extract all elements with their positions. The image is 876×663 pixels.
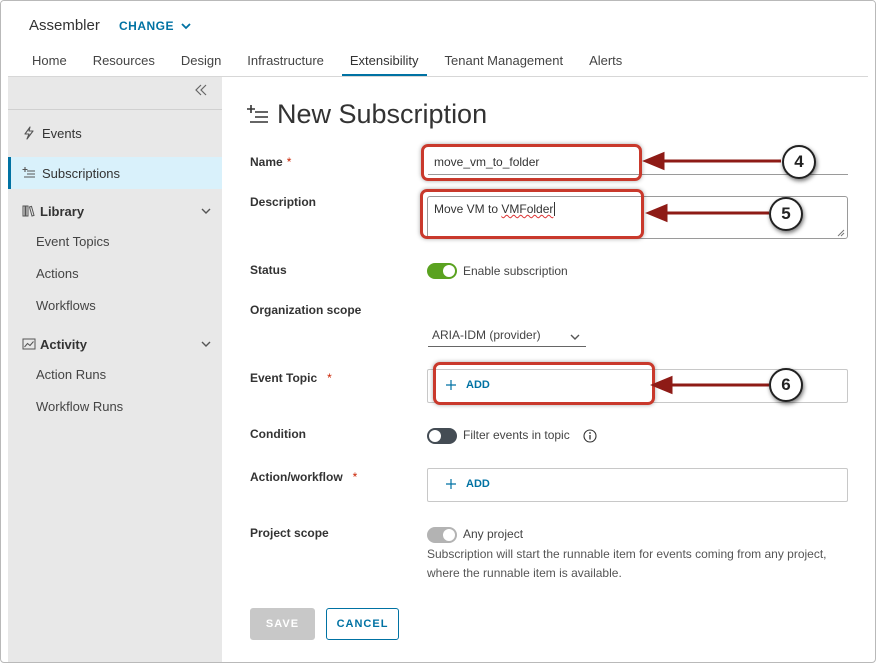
name-label-text: Name: [250, 155, 283, 169]
status-label: Status: [250, 263, 287, 277]
sidebar-item-event-topics[interactable]: Event Topics: [36, 234, 109, 249]
project-scope-label: Project scope: [250, 526, 329, 540]
app-window: Assembler CHANGE Home Resources Design I…: [0, 0, 876, 663]
action-workflow-box: ADD: [427, 468, 848, 502]
sidebar-group-activity[interactable]: Activity: [8, 329, 222, 359]
name-label: Name *: [250, 155, 291, 169]
event-topic-highlight: [433, 362, 655, 405]
condition-label: Condition: [250, 427, 306, 441]
top-nav: Home Resources Design Infrastructure Ext…: [19, 49, 635, 77]
callout-4: 4: [782, 145, 816, 179]
add-action-workflow-button[interactable]: ADD: [446, 478, 490, 490]
tab-tenant-management[interactable]: Tenant Management: [432, 49, 577, 77]
toggle-knob: [429, 430, 441, 442]
sidebar-item-workflows[interactable]: Workflows: [36, 298, 96, 313]
tab-infrastructure[interactable]: Infrastructure: [234, 49, 337, 77]
event-topic-label: Event Topic *: [250, 371, 332, 385]
sidebar-group-label: Activity: [40, 336, 87, 352]
sidebar-item-workflow-runs[interactable]: Workflow Runs: [36, 399, 123, 414]
tab-extensibility[interactable]: Extensibility: [337, 49, 432, 77]
required-mark: *: [286, 155, 292, 169]
save-button[interactable]: SAVE: [250, 608, 315, 640]
required-mark: *: [327, 371, 332, 385]
required-mark: *: [352, 470, 358, 484]
page-title-text: New Subscription: [277, 99, 488, 129]
any-project-label: Any project: [463, 527, 524, 541]
cancel-button[interactable]: CANCEL: [326, 608, 399, 640]
project-scope-help-text: Subscription will start the runnable ite…: [427, 547, 827, 580]
chevron-down-icon: [181, 23, 191, 30]
sidebar-item-actions[interactable]: Actions: [36, 266, 79, 281]
sidebar-divider: [8, 109, 222, 110]
any-project-toggle[interactable]: [427, 527, 457, 543]
activity-chart-icon: [22, 337, 36, 351]
callout-5: 5: [769, 197, 803, 231]
change-button[interactable]: CHANGE: [119, 19, 192, 33]
app-title: Assembler: [29, 17, 100, 34]
enable-subscription-toggle[interactable]: [427, 263, 457, 279]
plus-list-icon: [247, 104, 268, 123]
action-workflow-label-text: Action/workflow: [250, 470, 343, 484]
plus-list-icon: [22, 166, 36, 180]
app-header: Assembler CHANGE Home Resources Design I…: [1, 1, 875, 77]
sidebar-item-action-runs[interactable]: Action Runs: [36, 367, 106, 382]
chevron-down-icon: [570, 334, 580, 340]
toggle-knob: [443, 529, 455, 541]
organization-scope-label: Organization scope: [250, 303, 362, 317]
library-icon: [22, 204, 36, 218]
filter-events-toggle[interactable]: [427, 428, 457, 444]
sidebar-item-events[interactable]: Events: [8, 117, 222, 149]
name-highlight: [421, 144, 642, 181]
info-icon[interactable]: [583, 429, 597, 443]
toggle-knob: [443, 265, 455, 277]
change-label: CHANGE: [119, 19, 175, 33]
sidebar-group-label: Library: [40, 203, 85, 219]
action-workflow-label: Action/workflow *: [250, 470, 357, 484]
organization-scope-value: ARIA-IDM (provider): [432, 328, 541, 342]
lightning-icon: [22, 126, 36, 140]
event-topic-label-text: Event Topic: [250, 371, 318, 385]
chevron-down-icon: [201, 208, 211, 214]
tab-resources[interactable]: Resources: [80, 49, 168, 77]
sidebar-item-label: Events: [42, 125, 82, 141]
sidebar-item-label: Subscriptions: [42, 165, 121, 181]
sidebar-item-subscriptions[interactable]: Subscriptions: [8, 157, 222, 189]
callout-6: 6: [769, 368, 803, 402]
description-highlight: [420, 189, 644, 239]
description-label: Description: [250, 195, 317, 209]
tab-alerts[interactable]: Alerts: [576, 49, 635, 77]
sidebar: Events Subscriptions Library Event Topic…: [8, 77, 222, 662]
add-label: ADD: [466, 478, 490, 490]
page-title: New Subscription: [247, 99, 487, 130]
tab-home[interactable]: Home: [19, 49, 80, 77]
organization-scope-select[interactable]: ARIA-IDM (provider): [428, 325, 586, 347]
enable-subscription-label: Enable subscription: [463, 264, 568, 278]
tab-design[interactable]: Design: [168, 49, 234, 77]
filter-events-label: Filter events in topic: [463, 428, 570, 442]
sidebar-group-library[interactable]: Library: [8, 196, 222, 226]
chevron-down-icon: [201, 341, 211, 347]
plus-icon: [446, 479, 456, 489]
double-chevron-left-icon[interactable]: [194, 83, 208, 97]
resize-handle-icon[interactable]: [837, 229, 845, 237]
